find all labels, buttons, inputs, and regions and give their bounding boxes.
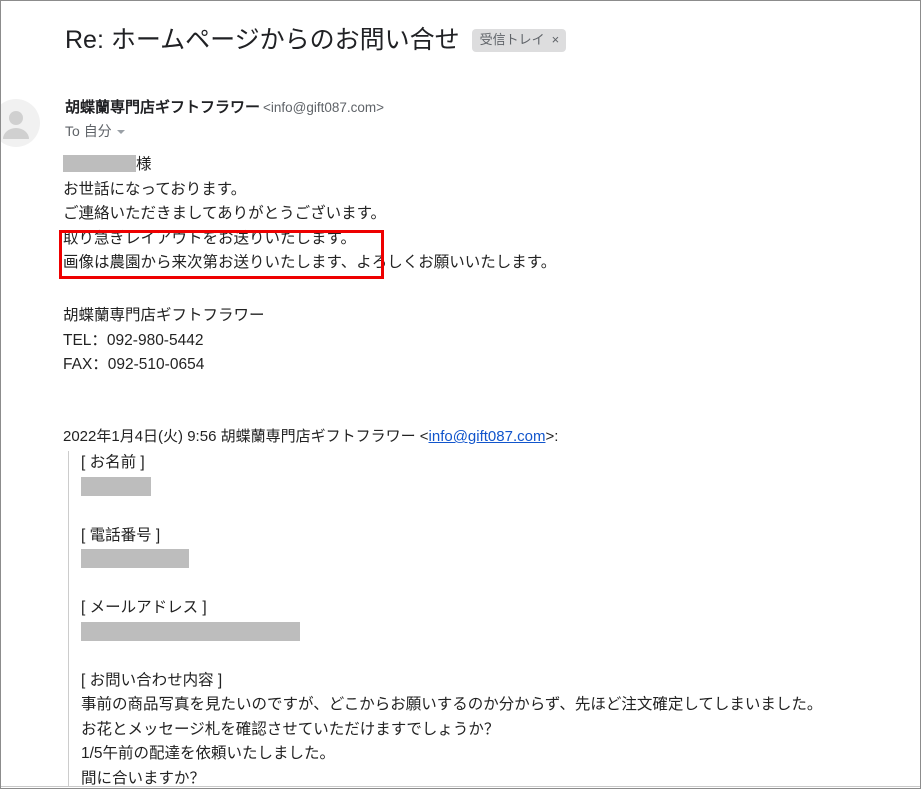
quoted-inquiry-line-1: 事前の商品写真を見たいのですが、どこからお願いするのか分からず、先ほど注文確定し…: [81, 696, 823, 713]
person-icon: [3, 111, 29, 139]
sender-block: 胡蝶蘭専門店ギフトフラワー <info@gift087.com> To 自分: [65, 98, 384, 140]
sender-line: 胡蝶蘭専門店ギフトフラワー <info@gift087.com>: [65, 98, 384, 118]
sender-email: <info@gift087.com>: [263, 100, 385, 115]
redacted-phone: [81, 549, 189, 568]
chevron-down-icon[interactable]: [116, 130, 125, 135]
signature-company: 胡蝶蘭専門店ギフトフラワー: [63, 307, 265, 324]
close-icon[interactable]: ×: [552, 33, 560, 46]
quoted-inquiry-line-2: お花とメッセージ札を確認させていただけますでしょうか？: [81, 720, 500, 738]
message-body: 様 お世話になっております。 ご連絡いただきましてありがとうございます。 取り急…: [63, 153, 556, 276]
redacted-email: [81, 621, 300, 641]
recipient-value: 自分: [83, 123, 112, 139]
signature-fax: FAX：092-510-0654: [63, 356, 205, 373]
quote-sender-email-link[interactable]: info@gift087.com: [429, 428, 546, 445]
label-chip-inbox[interactable]: 受信トレイ ×: [471, 28, 567, 52]
redacted-recipient-name: [63, 155, 136, 172]
quoted-field-value-name: [81, 476, 914, 500]
quoted-field-label-inquiry: [ お問い合わせ内容 ]: [81, 671, 223, 689]
subject-row: Re: ホームページからのお問い合せ 受信トレイ ×: [65, 25, 567, 55]
recipient-line[interactable]: To 自分: [65, 122, 384, 140]
quoted-field-label-email: [ メールアドレス ]: [81, 599, 207, 616]
signature-block: 胡蝶蘭専門店ギフトフラワー TEL：092-980-5442 FAX：092-5…: [63, 304, 265, 378]
greeting-suffix: 様: [136, 156, 152, 173]
signature-tel: TEL：092-980-5442: [63, 331, 204, 349]
quoted-field-label-phone: [ 電話番号 ]: [81, 526, 161, 544]
quote-header-suffix: >:: [545, 428, 559, 445]
quoted-message-body: [ お名前 ] [ 電話番号 ] [ メールアドレス ] [ お問い合わせ内容 …: [68, 451, 914, 787]
body-line-4: 画像は農園から来次第お送りいたします、よろしくお願いいたします。: [63, 254, 557, 271]
recipient-prefix: To: [65, 123, 80, 139]
sender-name[interactable]: 胡蝶蘭専門店ギフトフラワー: [65, 99, 260, 116]
body-line-3: 取り急ぎレイアウトをお送りいたします。: [63, 229, 356, 247]
quoted-message-header: 2022年1月4日(火) 9:56 胡蝶蘭専門店ギフトフラワー <info@gi…: [63, 426, 558, 448]
page-title: Re: ホームページからのお問い合せ: [65, 26, 460, 54]
email-message-view: Re: ホームページからのお問い合せ 受信トレイ × 胡蝶蘭専門店ギフトフラワー…: [0, 0, 921, 789]
quoted-field-value-phone: [81, 548, 914, 572]
bottom-divider: [1, 786, 920, 787]
label-chip-text: 受信トレイ: [479, 31, 545, 47]
body-line-2: ご連絡いただきましてありがとうございます。: [63, 205, 387, 222]
quoted-field-value-email: [81, 621, 914, 645]
avatar: [1, 99, 40, 147]
greeting-line: 様: [63, 153, 556, 178]
body-line-1: お世話になっております。: [63, 180, 247, 198]
redacted-name: [81, 476, 151, 496]
quote-header-prefix: 2022年1月4日(火) 9:56 胡蝶蘭専門店ギフトフラワー <: [63, 428, 429, 445]
quoted-inquiry-line-3: 1/5午前の配達を依頼いたしました。: [81, 745, 336, 762]
quoted-field-label-name: [ お名前 ]: [81, 454, 145, 471]
